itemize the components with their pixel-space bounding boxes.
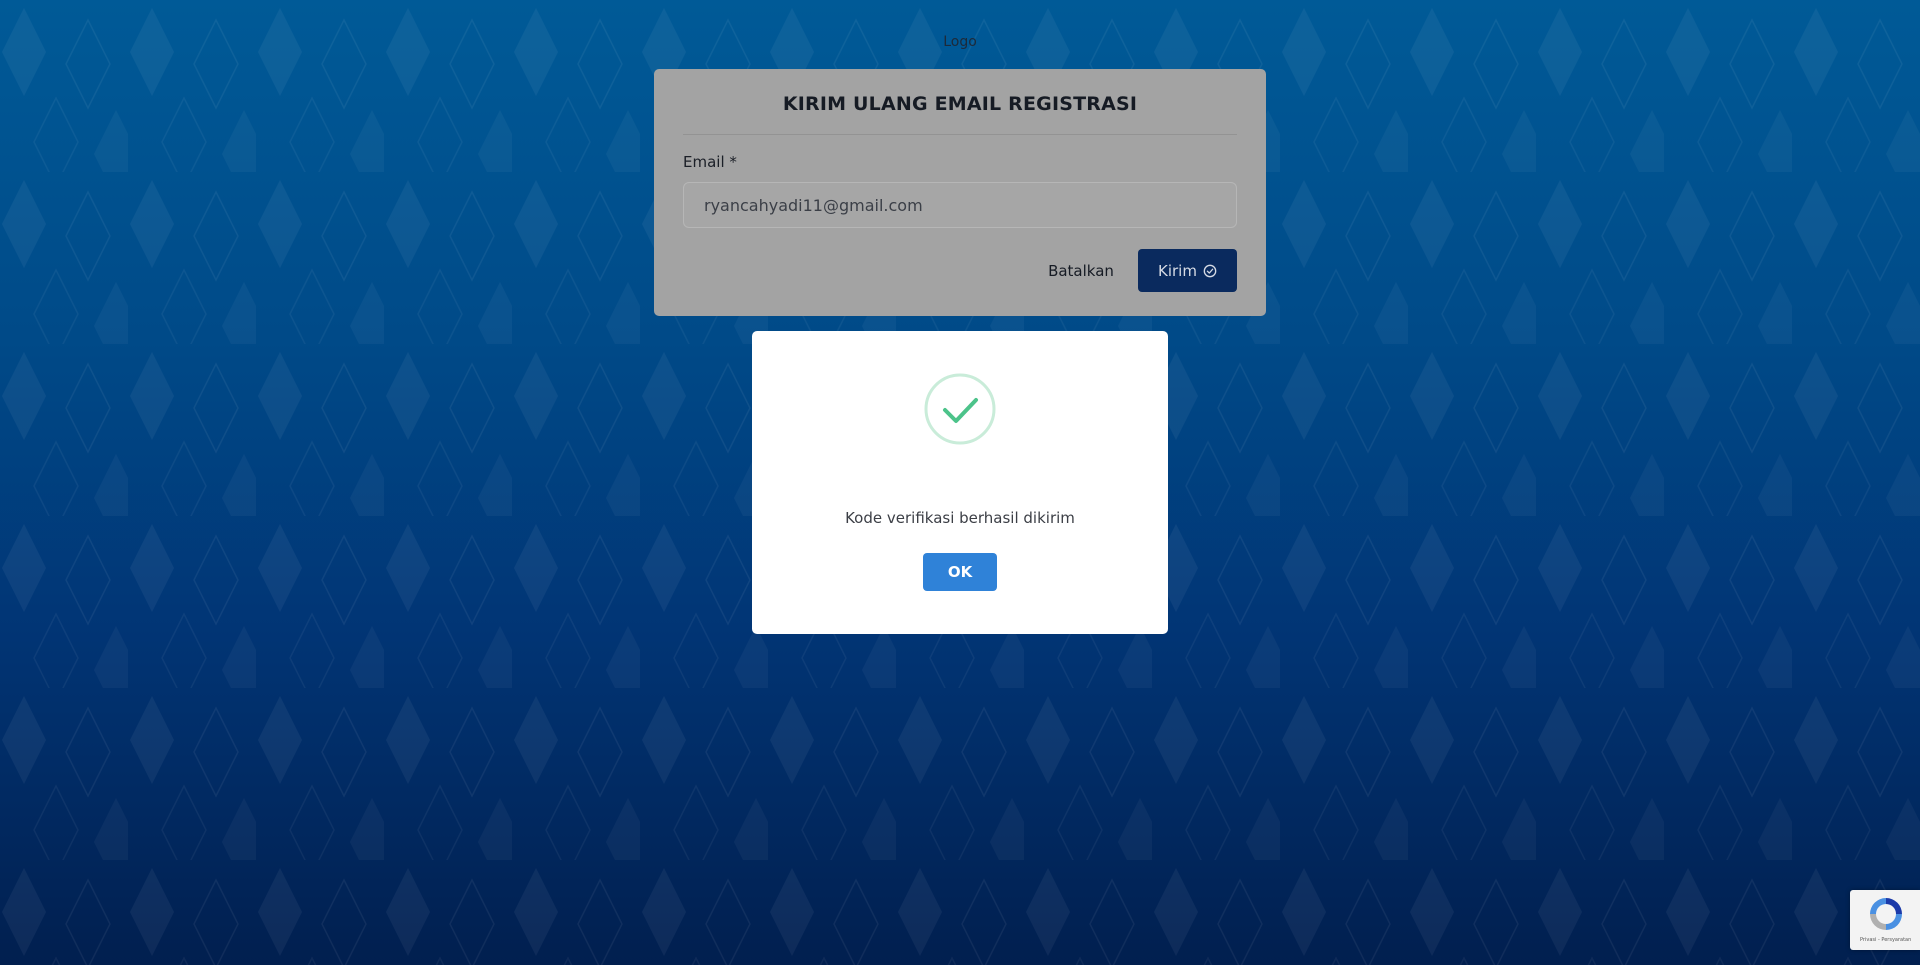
recaptcha-logo-icon: [1870, 898, 1902, 930]
success-dialog: Kode verifikasi berhasil dikirim OK: [752, 331, 1168, 634]
success-check-icon: [924, 373, 996, 445]
cancel-button[interactable]: Batalkan: [1024, 249, 1138, 292]
resend-email-card: KIRIM ULANG EMAIL REGISTRASI Email * Bat…: [654, 69, 1266, 316]
send-button[interactable]: Kirim: [1138, 249, 1237, 292]
check-circle-icon: [1203, 264, 1217, 277]
email-label: Email *: [683, 153, 737, 171]
recaptcha-footer[interactable]: Privasi - Persyaratan: [1860, 937, 1911, 943]
email-input[interactable]: [683, 182, 1237, 228]
recaptcha-badge[interactable]: Privasi - Persyaratan: [1850, 890, 1920, 950]
divider: [683, 134, 1237, 135]
logo: Logo: [943, 34, 977, 50]
dialog-message: Kode verifikasi berhasil dikirim: [845, 509, 1075, 527]
card-title: KIRIM ULANG EMAIL REGISTRASI: [782, 93, 1138, 115]
send-button-label: Kirim: [1158, 261, 1197, 280]
ok-button[interactable]: OK: [923, 553, 997, 591]
